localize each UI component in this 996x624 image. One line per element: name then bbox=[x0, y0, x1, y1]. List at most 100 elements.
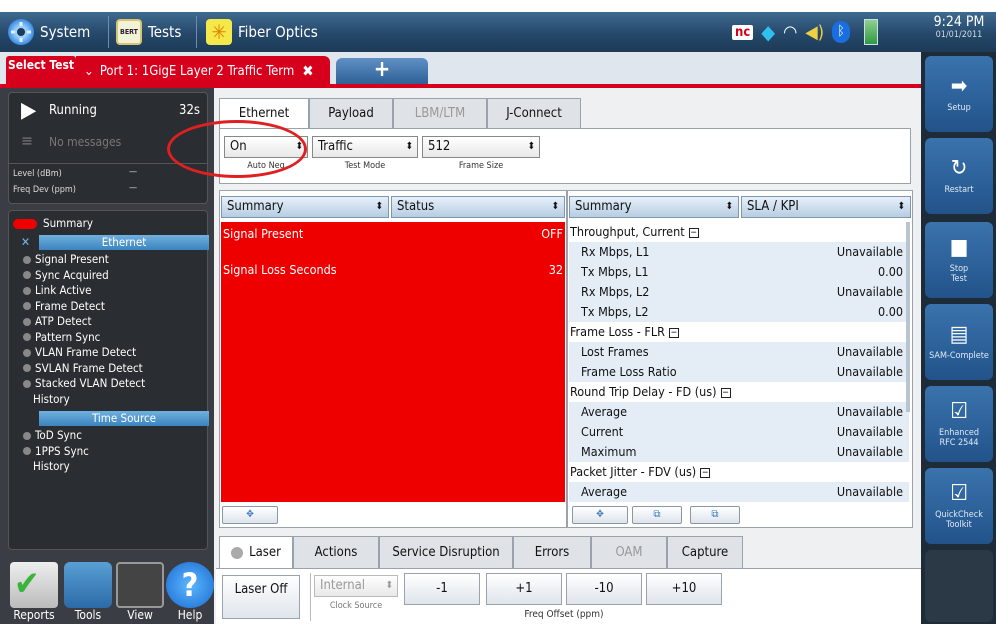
time-source-section-header[interactable]: Time Source bbox=[39, 411, 209, 426]
freq-minus-1-button[interactable]: -1 bbox=[404, 573, 480, 605]
messages-text: No messages bbox=[49, 135, 122, 149]
tests-button[interactable]: BERT Tests bbox=[116, 12, 181, 52]
kpi-row: Rx Mbps, L2 Unavailable bbox=[569, 282, 909, 302]
status-led-icon bbox=[23, 271, 31, 279]
test-mode-select[interactable]: Traffic ⬍ bbox=[312, 136, 418, 158]
tree-item[interactable]: Frame Detect bbox=[13, 298, 105, 314]
freq-plus-10-button[interactable]: +10 bbox=[646, 573, 722, 605]
collapse-icon[interactable]: − bbox=[700, 467, 711, 478]
tree-item-label: Sync Acquired bbox=[35, 267, 109, 282]
collapse-icon[interactable]: − bbox=[720, 387, 731, 398]
kpi-group-row[interactable]: Throughput, Current − bbox=[569, 222, 909, 242]
kpi-value: Unavailable bbox=[836, 244, 903, 259]
setup-button[interactable]: ➡ Setup bbox=[925, 56, 993, 132]
kpi-row: Tx Mbps, L2 0.00 bbox=[569, 302, 909, 322]
divider bbox=[310, 573, 311, 621]
right-col2-label: SLA / KPI bbox=[747, 199, 799, 214]
tab-laser[interactable]: Laser bbox=[219, 536, 293, 568]
fiber-optics-button[interactable]: ✳ Fiber Optics bbox=[206, 12, 318, 52]
tree-item[interactable]: ToD Sync bbox=[13, 427, 82, 443]
divider bbox=[108, 16, 109, 48]
result-value: 32 bbox=[548, 262, 563, 277]
view-button[interactable]: View bbox=[114, 562, 166, 622]
tab-j-connect[interactable]: J-Connect bbox=[487, 98, 581, 128]
kpi-group-row[interactable]: Frame Loss - FLR − bbox=[569, 322, 909, 342]
laser-off-button[interactable]: Laser Off bbox=[222, 575, 300, 619]
left-summary-select[interactable]: Summary ⬍ bbox=[221, 196, 389, 218]
restart-icon: ↻ bbox=[950, 156, 968, 181]
right-kpi-select[interactable]: SLA / KPI ⬍ bbox=[741, 196, 911, 218]
port-tab[interactable]: ⌄ Port 1: 1GigE Layer 2 Traffic Term ✖ bbox=[76, 56, 330, 86]
tab-oam: OAM bbox=[591, 536, 667, 568]
tree-item-label: 1PPS Sync bbox=[35, 443, 89, 458]
tree-item[interactable]: Link Active bbox=[13, 282, 91, 298]
ethernet-section-header[interactable]: Ethernet bbox=[39, 235, 209, 250]
quickcheck-button[interactable]: ☑ QuickCheck Toolkit bbox=[925, 468, 993, 544]
tools-button[interactable]: Tools bbox=[62, 562, 114, 622]
kpi-row: Average Unavailable bbox=[569, 482, 909, 502]
left-status-select[interactable]: Status ⬍ bbox=[391, 196, 565, 218]
tree-item[interactable]: History bbox=[13, 458, 70, 474]
tab-capture[interactable]: Capture bbox=[667, 536, 743, 568]
reports-button[interactable]: ✔ Reports bbox=[8, 562, 60, 622]
status-led-icon bbox=[23, 333, 31, 341]
summary-led-icon bbox=[13, 218, 37, 229]
close-icon[interactable]: ✖ bbox=[302, 62, 313, 80]
right-expand-button[interactable]: ✥ bbox=[572, 506, 628, 524]
tree-item[interactable]: History bbox=[13, 391, 70, 407]
restart-label: Restart bbox=[944, 185, 974, 195]
kpi-value: Unavailable bbox=[836, 404, 903, 419]
freq-minus-10-button[interactable]: -10 bbox=[566, 573, 642, 605]
tree-item-label: Stacked VLAN Detect bbox=[35, 376, 146, 390]
left-expand-button[interactable]: ✥ bbox=[222, 506, 278, 524]
tree-item[interactable]: Stacked VLAN Detect bbox=[13, 375, 145, 391]
kpi-value: 0.00 bbox=[877, 264, 903, 279]
tree-item[interactable]: Sync Acquired bbox=[13, 267, 109, 283]
sync-icon: ◆ bbox=[761, 20, 776, 44]
collapse-icon[interactable]: − bbox=[668, 327, 679, 338]
tree-item[interactable]: VLAN Frame Detect bbox=[13, 344, 136, 360]
freq-plus-1-button[interactable]: +1 bbox=[486, 573, 562, 605]
copy-button[interactable]: ⧉ bbox=[632, 506, 682, 524]
system-button[interactable]: System bbox=[8, 12, 90, 52]
restart-button[interactable]: ↻ Restart bbox=[925, 138, 993, 214]
status-led-icon bbox=[23, 447, 31, 455]
top-toolbar: System BERT Tests ✳ Fiber Optics nc ◆ ◠ … bbox=[0, 12, 996, 52]
enhanced-rfc-button[interactable]: ☑ Enhanced RFC 2544 bbox=[925, 386, 993, 462]
tree-item[interactable]: SVLAN Frame Detect bbox=[13, 360, 143, 376]
collapse-icon[interactable]: ✕ bbox=[21, 235, 30, 249]
tab-actions[interactable]: Actions bbox=[293, 536, 379, 568]
copy-all-button[interactable]: ⧉ bbox=[690, 506, 740, 524]
add-tab-button[interactable]: + bbox=[336, 58, 428, 84]
results-tree: Summary ✕ Ethernet Signal Present Sync Ac… bbox=[8, 210, 209, 550]
select-test-button[interactable]: Select Test bbox=[6, 56, 76, 86]
kpi-label: Tx Mbps, L1 bbox=[581, 264, 649, 279]
stop-test-button[interactable]: ■ Stop Test bbox=[925, 222, 993, 298]
scrollbar[interactable] bbox=[906, 222, 910, 412]
tab-service-disruption[interactable]: Service Disruption bbox=[379, 536, 513, 568]
tab-payload[interactable]: Payload bbox=[309, 98, 393, 128]
help-button[interactable]: ? Help bbox=[164, 562, 216, 622]
clock-source-select: Internal ⬍ bbox=[314, 575, 398, 597]
status-led-icon bbox=[23, 286, 31, 295]
updown-icon: ⬍ bbox=[375, 201, 383, 212]
kpi-group-row[interactable]: Packet Jitter - FDV (us) − bbox=[569, 462, 909, 482]
tab-errors[interactable]: Errors bbox=[513, 536, 591, 568]
collapse-icon[interactable]: − bbox=[688, 227, 699, 238]
tree-item[interactable]: ATP Detect bbox=[13, 313, 92, 329]
sam-complete-button[interactable]: ▤ SAM-Complete bbox=[925, 304, 993, 380]
tree-summary[interactable]: Summary bbox=[13, 215, 93, 231]
tree-item-label: ToD Sync bbox=[35, 428, 82, 442]
right-summary-select[interactable]: Summary ⬍ bbox=[569, 196, 739, 218]
status-icons: nc ◆ ◠ ◀) ᛒ bbox=[732, 18, 879, 46]
tree-item-label: Pattern Sync bbox=[35, 329, 101, 344]
port-tab-label: Port 1: 1GigE Layer 2 Traffic Term bbox=[99, 63, 295, 79]
tree-item-label: VLAN Frame Detect bbox=[35, 345, 137, 359]
tree-item[interactable]: 1PPS Sync bbox=[13, 443, 89, 459]
frame-size-select[interactable]: 512 ⬍ bbox=[422, 136, 540, 158]
tree-item[interactable]: Pattern Sync bbox=[13, 329, 100, 345]
tree-item[interactable]: Signal Present bbox=[13, 251, 109, 267]
kpi-group-row[interactable]: Round Trip Delay - FD (us) − bbox=[569, 382, 909, 402]
left-col2-label: Status bbox=[397, 199, 435, 214]
kpi-value: 0.00 bbox=[877, 304, 903, 319]
